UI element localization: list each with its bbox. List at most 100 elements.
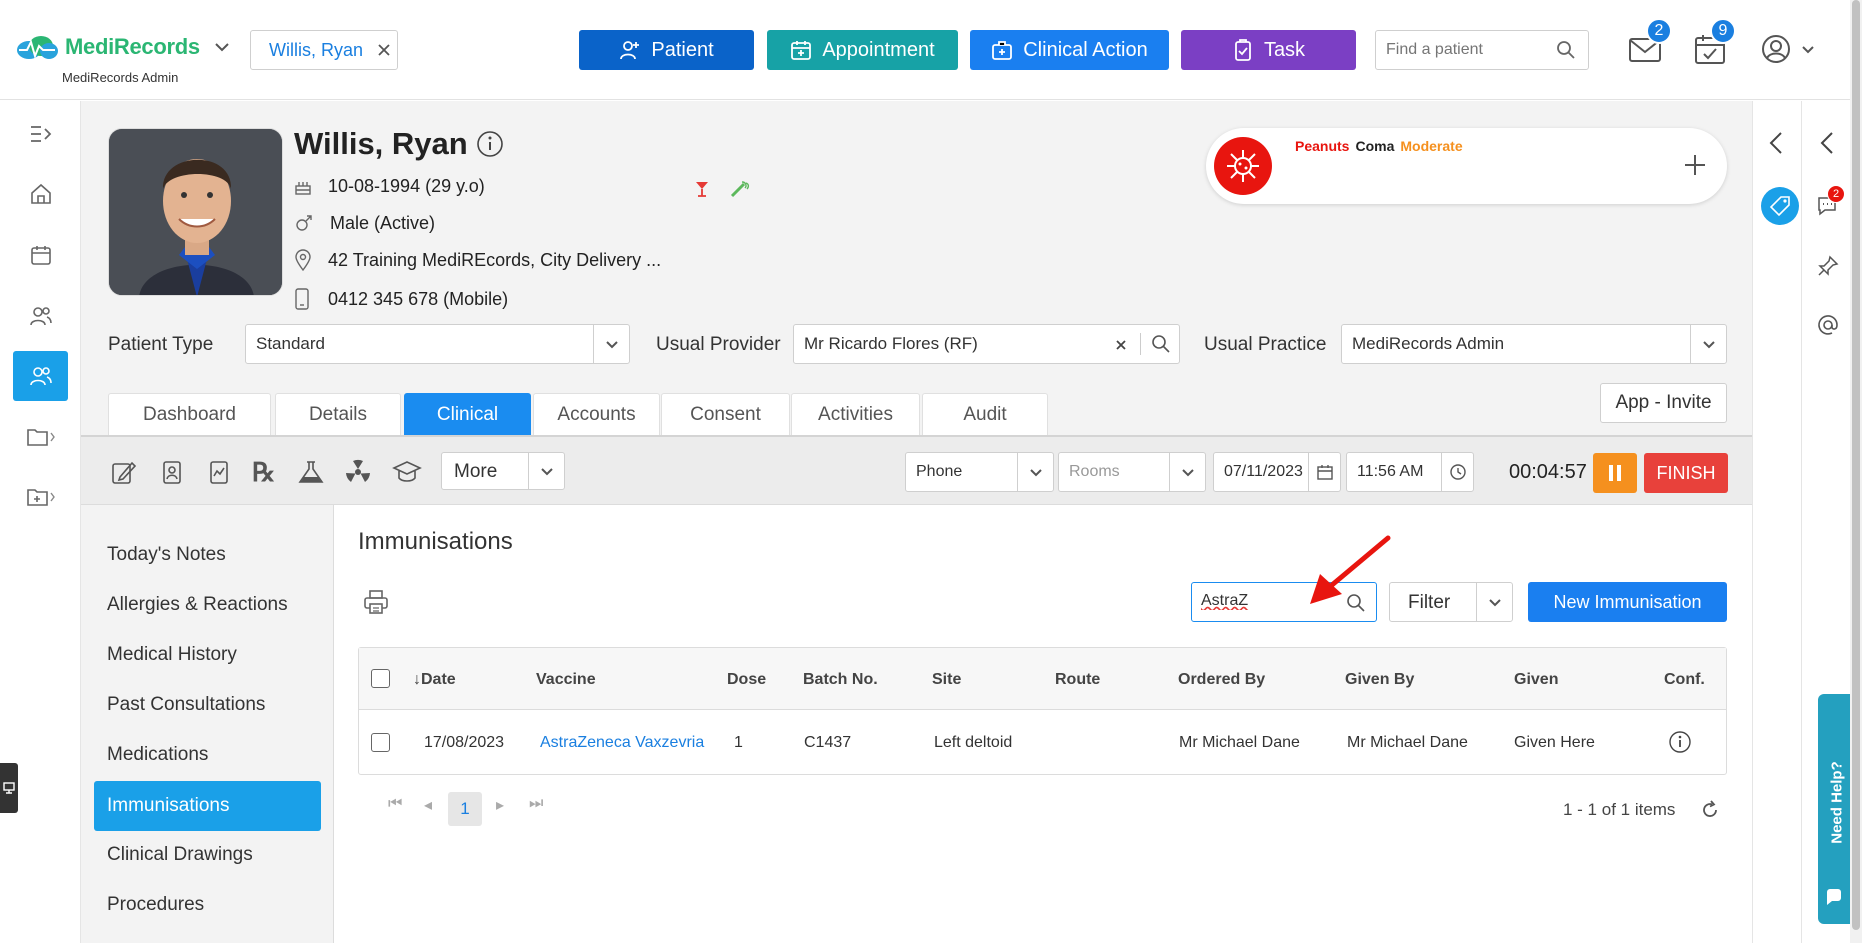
- tab-dashboard[interactable]: Dashboard: [108, 393, 271, 435]
- row-checkbox[interactable]: [371, 733, 390, 752]
- col-ordered-by[interactable]: Ordered By: [1178, 671, 1265, 689]
- filter-dropdown[interactable]: Filter: [1389, 582, 1513, 622]
- print-icon[interactable]: [363, 589, 389, 615]
- field-divider: [1140, 333, 1141, 355]
- user-menu[interactable]: [1761, 34, 1815, 64]
- info-icon[interactable]: [476, 130, 504, 158]
- rail-home[interactable]: [13, 169, 68, 219]
- nav-immunisations[interactable]: Immunisations: [94, 781, 321, 831]
- clear-icon[interactable]: [1115, 339, 1127, 351]
- rail-folder-add[interactable]: [13, 472, 68, 522]
- need-help-tab[interactable]: Need Help?: [1818, 694, 1850, 924]
- patient-type-dropdown[interactable]: [593, 325, 629, 363]
- patient-chip[interactable]: Willis, Ryan: [250, 30, 398, 70]
- prev-page-icon[interactable]: ◂: [424, 795, 432, 815]
- nav-procedures[interactable]: Procedures: [94, 880, 321, 930]
- new-immunisation-button[interactable]: New Immunisation: [1528, 582, 1727, 622]
- chevron-down-icon[interactable]: [214, 42, 230, 52]
- edit-note-icon[interactable]: [110, 459, 136, 485]
- date-picker-button[interactable]: [1308, 453, 1340, 491]
- nav-allergies[interactable]: Allergies & Reactions: [94, 580, 321, 630]
- col-given-by[interactable]: Given By: [1345, 671, 1414, 689]
- expand-menu-button[interactable]: [13, 109, 68, 159]
- search-icon[interactable]: [1151, 334, 1171, 354]
- select-all-checkbox[interactable]: [371, 669, 390, 688]
- chevron-left-icon[interactable]: [1820, 131, 1834, 155]
- rooms-select[interactable]: Rooms: [1058, 452, 1206, 492]
- col-given[interactable]: Given: [1514, 671, 1558, 689]
- mail-button[interactable]: 2: [1628, 18, 1672, 66]
- mention-icon[interactable]: [1817, 314, 1839, 336]
- col-route[interactable]: Route: [1055, 671, 1100, 689]
- side-edge-tab[interactable]: [0, 763, 18, 813]
- rail-patients[interactable]: [13, 351, 68, 401]
- radiation-icon[interactable]: [345, 459, 371, 485]
- pin-icon[interactable]: [1817, 255, 1839, 277]
- tab-consent[interactable]: Consent: [661, 393, 790, 435]
- chevron-left-icon[interactable]: [1769, 131, 1783, 155]
- col-batch[interactable]: Batch No.: [803, 671, 878, 689]
- appointment-button[interactable]: Appointment: [767, 30, 958, 70]
- col-vaccine[interactable]: Vaccine: [536, 671, 596, 689]
- nav-medical-history[interactable]: Medical History: [94, 630, 321, 680]
- close-icon[interactable]: [377, 43, 391, 57]
- brand-logo[interactable]: MediRecords: [13, 34, 230, 60]
- rail-calendar[interactable]: [13, 230, 68, 280]
- task-button[interactable]: Task: [1181, 30, 1356, 70]
- consult-date-field[interactable]: 07/11/2023: [1213, 452, 1341, 492]
- consult-time-field[interactable]: 11:56 AM: [1346, 452, 1474, 492]
- find-patient-field[interactable]: [1375, 30, 1589, 70]
- tab-clinical[interactable]: Clinical: [404, 393, 531, 435]
- col-site[interactable]: Site: [932, 671, 961, 689]
- find-patient-input[interactable]: [1386, 41, 1546, 59]
- patient-record-icon[interactable]: [161, 459, 183, 485]
- prescription-icon[interactable]: ℞: [252, 458, 275, 488]
- patient-type-select[interactable]: Standard: [245, 324, 630, 364]
- info-icon[interactable]: [1668, 730, 1692, 754]
- col-date-sort[interactable]: ↓Date: [413, 671, 456, 689]
- rail-folder[interactable]: [13, 412, 68, 462]
- first-page-icon[interactable]: ⏮: [388, 795, 402, 813]
- tasks-button[interactable]: 9: [1694, 18, 1736, 67]
- page-number-current[interactable]: 1: [448, 792, 482, 826]
- pause-button[interactable]: [1593, 453, 1637, 493]
- nav-todays-notes[interactable]: Today's Notes: [94, 530, 321, 580]
- add-allergy-icon[interactable]: [1683, 153, 1707, 177]
- last-page-icon[interactable]: ⏭: [529, 795, 543, 813]
- lab-flask-icon[interactable]: [296, 459, 326, 485]
- nav-past-consultations[interactable]: Past Consultations: [94, 680, 321, 730]
- more-chevron[interactable]: [528, 453, 564, 489]
- app-invite-button[interactable]: App - Invite: [1600, 383, 1727, 423]
- clinical-action-button[interactable]: Clinical Action: [970, 30, 1169, 70]
- allergy-card[interactable]: Peanuts Coma Moderate: [1206, 128, 1727, 204]
- search-icon[interactable]: [1556, 40, 1576, 60]
- tab-details[interactable]: Details: [275, 393, 401, 435]
- rooms-chevron[interactable]: [1169, 453, 1205, 491]
- col-conf[interactable]: Conf.: [1664, 671, 1705, 689]
- nav-medications[interactable]: Medications: [94, 730, 321, 780]
- nav-clinical-drawings[interactable]: Clinical Drawings: [94, 830, 321, 880]
- page-scrollbar-thumb[interactable]: [1852, 0, 1860, 930]
- tab-accounts[interactable]: Accounts: [533, 393, 660, 435]
- row-vaccine-link[interactable]: AstraZeneca Vaxzevria: [540, 734, 704, 752]
- col-dose[interactable]: Dose: [727, 671, 766, 689]
- time-picker-button[interactable]: [1441, 453, 1473, 491]
- usual-practice-dropdown[interactable]: [1690, 325, 1726, 363]
- tag-button[interactable]: [1761, 187, 1799, 225]
- finish-button[interactable]: FINISH: [1644, 453, 1728, 493]
- chart-document-icon[interactable]: [208, 459, 230, 485]
- more-dropdown[interactable]: More: [441, 452, 565, 490]
- usual-provider-field[interactable]: Mr Ricardo Flores (RF): [793, 324, 1180, 364]
- contact-type-chevron[interactable]: [1017, 453, 1053, 491]
- usual-practice-select[interactable]: MediRecords Admin: [1341, 324, 1727, 364]
- education-cap-icon[interactable]: [392, 459, 422, 485]
- refresh-icon[interactable]: [1700, 800, 1720, 820]
- rail-contacts[interactable]: [13, 291, 68, 341]
- patient-button[interactable]: Patient: [579, 30, 754, 70]
- filter-chevron[interactable]: [1476, 583, 1512, 621]
- tab-audit[interactable]: Audit: [922, 393, 1048, 435]
- next-page-icon[interactable]: ▸: [496, 795, 504, 815]
- chat-button[interactable]: 2: [1816, 185, 1845, 217]
- tab-activities[interactable]: Activities: [791, 393, 920, 435]
- contact-type-select[interactable]: Phone: [905, 452, 1054, 492]
